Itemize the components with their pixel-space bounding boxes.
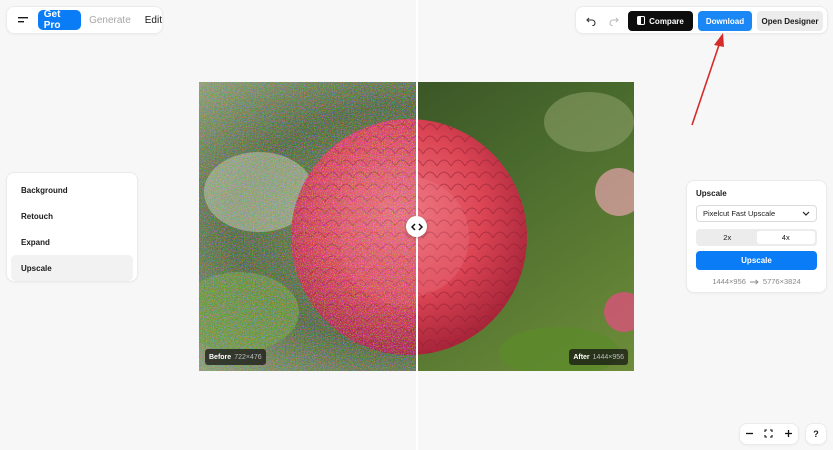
download-button[interactable]: Download [698,11,752,31]
menu-icon[interactable] [13,8,34,32]
get-pro-button[interactable]: Get Pro [37,9,82,31]
upscale-panel: Upscale Pixelcut Fast Upscale 2x 4x Upsc… [686,180,827,293]
after-label: After 1444×956 [569,349,628,365]
resolution-info: 1444×956 5776×3824 [696,277,817,286]
fit-screen-icon[interactable] [764,425,774,443]
upscale-button[interactable]: Upscale [696,251,817,270]
scale-option-2x[interactable]: 2x [698,231,757,244]
zoom-out-icon[interactable] [745,425,754,443]
source-resolution: 1444×956 [712,277,746,286]
compare-label: Compare [649,16,684,26]
scale-option-4x[interactable]: 4x [756,231,815,244]
before-label: Before 722×476 [205,349,266,365]
arrow-right-icon [749,278,759,285]
undo-icon[interactable] [582,12,600,30]
tool-panel: Background Retouch Expand Upscale [6,172,138,282]
zoom-in-icon[interactable] [784,425,793,443]
chevron-left-right-icon [410,222,423,231]
upscale-panel-title: Upscale [696,189,727,198]
top-right-toolbar: Compare Download Open Designer [575,6,828,34]
target-resolution: 5776×3824 [762,277,801,286]
tool-background[interactable]: Background [11,177,133,203]
before-dims: 722×476 [234,353,262,361]
upscale-model-value: Pixelcut Fast Upscale [703,209,776,218]
compare-button[interactable]: Compare [628,11,693,31]
scale-selector: 2x 4x [696,229,817,246]
tool-expand[interactable]: Expand [11,229,133,255]
upscale-model-select[interactable]: Pixelcut Fast Upscale [696,205,817,222]
top-left-bar: Get Pro Generate Edit [6,6,163,34]
tool-upscale[interactable]: Upscale [11,255,133,281]
open-designer-button[interactable]: Open Designer [757,11,823,31]
after-dims: 1444×956 [592,353,624,361]
comparison-slider-handle[interactable] [406,216,427,237]
before-label-text: Before [209,353,232,361]
redo-icon[interactable] [605,12,623,30]
zoom-controls [739,423,799,445]
after-label-text: After [573,353,590,361]
chevron-down-icon [802,211,810,216]
help-button[interactable]: ? [805,423,827,445]
edit-tab[interactable]: Edit [145,15,162,26]
tool-retouch[interactable]: Retouch [11,203,133,229]
compare-icon [637,15,646,27]
generate-tab[interactable]: Generate [89,15,131,26]
